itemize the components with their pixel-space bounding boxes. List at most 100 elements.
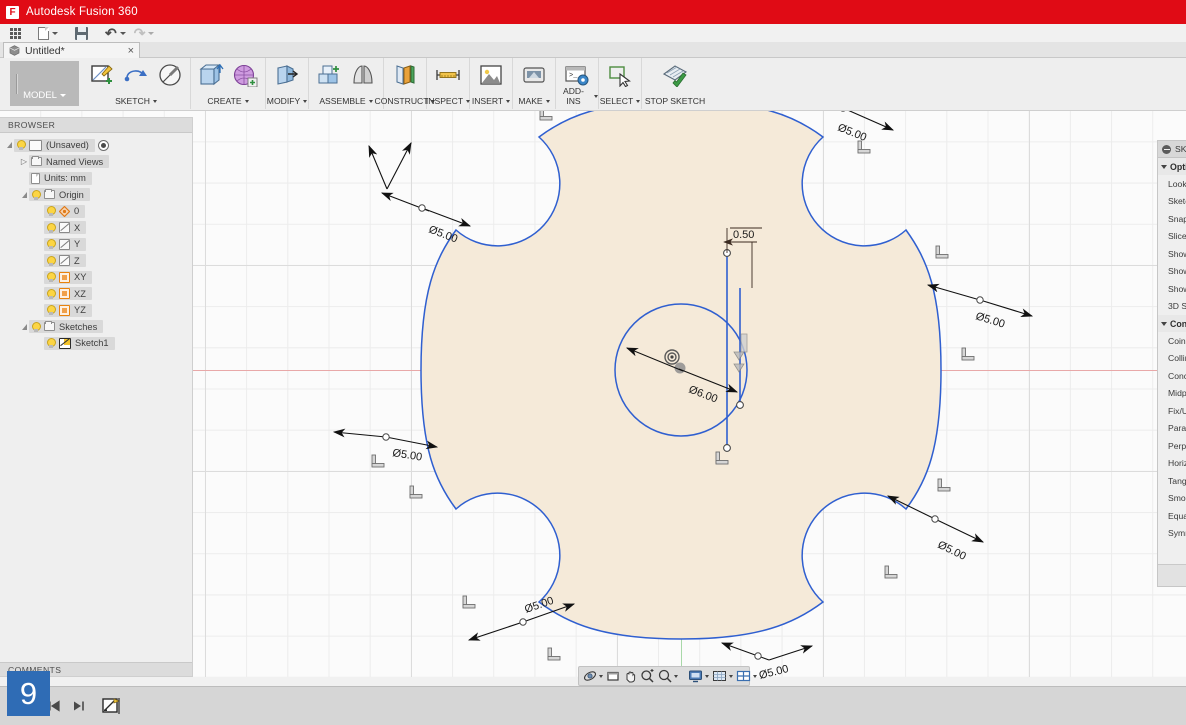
collapse-triangle-icon[interactable]: ▷ [19,157,29,166]
lightbulb-icon[interactable] [46,255,56,266]
palette-item-perpendicular[interactable]: Perpendicular [1158,437,1186,455]
timeline-playback-controls[interactable] [47,699,86,714]
browser-item-row[interactable]: YZ [44,303,92,317]
create-sketch-button[interactable] [85,58,119,88]
close-icon[interactable]: × [128,45,134,56]
zoom-button[interactable] [639,668,656,684]
3d-print-button[interactable] [517,58,551,88]
display-settings-button[interactable] [687,668,710,684]
lightbulb-icon[interactable] [46,305,56,316]
undo-button[interactable]: ↶ [102,25,129,41]
palette-item-show-dimensions[interactable]: Show Dimensions [1158,280,1186,298]
expand-triangle-icon[interactable] [19,324,29,330]
select-tool-button[interactable] [603,58,637,88]
step-to-end-button[interactable] [71,699,86,714]
viewports-button[interactable] [735,668,758,684]
view-navigation-bar[interactable] [578,666,757,686]
document-tab[interactable]: Untitled* × [3,42,140,58]
dim-scallop-left[interactable]: Ø5.00 [332,428,439,464]
browser-item-row[interactable]: XZ [44,287,92,301]
timeline-feature-sketch1[interactable] [102,696,124,716]
palette-item-look-at[interactable]: Look At [1158,175,1186,193]
quick-access-toolbar[interactable]: ↶ ↷ [0,24,1186,42]
press-pull-button[interactable] [270,58,304,88]
grid-and-snaps-button[interactable] [711,668,734,684]
browser-item-axis-y[interactable]: Y [0,236,192,253]
palette-item-midpoint[interactable]: Midpoint [1158,385,1186,403]
finish-sketch-button[interactable] [646,58,704,88]
save-button[interactable] [72,25,91,41]
browser-item-row[interactable]: (Unsaved) [14,138,95,152]
palette-item-parallel[interactable]: Parallel [1158,420,1186,438]
lightbulb-icon[interactable] [46,239,56,250]
browser-item-row[interactable]: Sketches [29,320,104,334]
redo-button[interactable]: ↷ [131,25,158,41]
lightbulb-icon[interactable] [46,338,56,349]
browser-item-named-views[interactable]: ▷ Named Views [0,154,192,171]
new-component-button[interactable] [312,58,346,88]
expand-triangle-icon[interactable] [19,192,29,198]
browser-item-sketches-folder[interactable]: Sketches [0,319,192,336]
palette-item-snap[interactable]: Snap [1158,210,1186,228]
pan-button[interactable] [622,668,638,684]
collapse-icon[interactable] [1162,144,1171,154]
browser-item-row[interactable]: Origin [29,188,90,202]
lightbulb-icon[interactable] [46,206,56,217]
palette-item-slice[interactable]: Slice [1158,228,1186,246]
palette-item-tangent[interactable]: Tangent [1158,472,1186,490]
browser-item-row[interactable]: XY [44,270,93,284]
document-tab-strip[interactable]: Untitled* × [0,42,1186,58]
lightbulb-icon[interactable] [16,140,26,151]
palette-item-smooth[interactable]: Smooth [1158,490,1186,508]
create-form-button[interactable] [228,58,262,88]
browser-item-row[interactable]: 0 [44,204,86,218]
browser-item-row[interactable]: Units: mm [29,171,92,185]
browser-item-row[interactable]: X [44,221,87,235]
browser-item-document-root[interactable]: (Unsaved) [0,137,192,154]
browser-item-origin-folder[interactable]: Origin [0,187,192,204]
ribbon-toolbar[interactable]: MODEL SKETCH CREATE MODIFY ASSEMBLE CONS… [0,58,1186,111]
browser-item-row[interactable]: Named Views [29,155,110,169]
dim-scallop-right[interactable]: Ø5.00 [926,283,1034,331]
file-menu-button[interactable] [35,25,61,41]
measure-button[interactable] [431,58,465,88]
palette-item-horizontal-vertical[interactable]: Horizontal/Vertical [1158,455,1186,473]
extrude-button[interactable] [194,58,228,88]
scripts-and-addins-button[interactable]: >_ [560,58,594,88]
dim-scallop-top-left[interactable]: Ø5.00 [368,142,472,246]
expand-triangle-icon[interactable] [4,142,14,148]
browser-item-row[interactable]: Z [44,254,86,268]
browser-item-axis-z[interactable]: Z [0,253,192,270]
browser-panel[interactable]: BROWSER (Unsaved) ▷ Named Views Units: mm Or… [0,117,193,677]
offset-plane-button[interactable] [388,58,422,88]
lightbulb-icon[interactable] [31,321,41,332]
lightbulb-icon[interactable] [46,272,56,283]
fit-button[interactable] [605,668,621,684]
show-data-panel-button[interactable] [7,25,24,41]
palette-item-show-points[interactable]: Show Points [1158,263,1186,281]
sketch-circle-button[interactable] [153,58,187,88]
browser-item-axis-x[interactable]: X [0,220,192,237]
activate-component-radio-icon[interactable] [97,139,109,151]
palette-item-show-profile[interactable]: Show Profile [1158,245,1186,263]
palette-item-coincident[interactable]: Coincident [1158,332,1186,350]
browser-item-origin-point[interactable]: 0 [0,203,192,220]
workspace-switcher[interactable]: MODEL [10,61,79,106]
palette-item-collinear[interactable]: Collinear [1158,350,1186,368]
sketch-dimension-button[interactable] [119,58,153,88]
palette-item-symmetry[interactable]: Symmetry [1158,525,1186,543]
lightbulb-icon[interactable] [46,222,56,233]
browser-item-sketch1[interactable]: Sketch1 [0,335,192,352]
sketch-palette-panel[interactable]: SKETCH PALETTE Options Look At Sketch Grid… [1157,140,1186,587]
browser-item-plane-xy[interactable]: XY [0,269,192,286]
palette-item-equal[interactable]: Equal [1158,507,1186,525]
sketch-palette-body[interactable]: Options Look At Sketch Grid Snap Slice Show P… [1158,158,1186,542]
browser-item-row[interactable]: Y [44,237,87,251]
palette-section-options[interactable]: Options [1158,158,1186,175]
browser-item-row[interactable]: Sketch1 [44,336,115,350]
orbit-button[interactable] [582,668,604,684]
insert-mcmaster-button[interactable] [474,58,508,88]
palette-item-concentric[interactable]: Concentric [1158,367,1186,385]
zoom-window-button[interactable] [657,668,679,684]
timeline-bar[interactable] [0,686,1186,725]
